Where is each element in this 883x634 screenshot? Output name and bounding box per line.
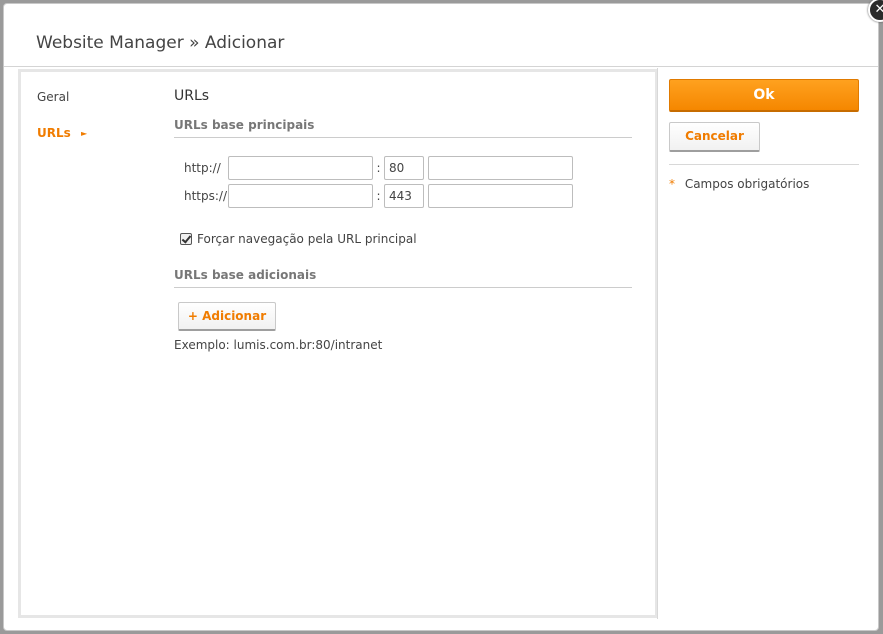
required-star-icon: * (669, 177, 675, 191)
nav-item-urls[interactable]: URLs ► (37, 126, 157, 140)
port-separator: : (376, 189, 381, 203)
left-nav: Geral URLs ► (37, 90, 157, 162)
force-navigation-checkbox[interactable] (180, 233, 192, 245)
force-navigation-row: Forçar navegação pela URL principal (180, 232, 634, 246)
nav-item-label: Geral (37, 90, 70, 104)
dialog-header: Website Manager » Adicionar (4, 4, 878, 67)
nav-item-geral[interactable]: Geral (37, 90, 157, 104)
main-panel: URLs URLs base principais http:// : http… (174, 88, 634, 352)
ok-button[interactable]: Ok (669, 79, 859, 112)
http-port-input[interactable] (384, 156, 424, 180)
https-port-input[interactable] (384, 184, 424, 208)
add-url-button[interactable]: + Adicionar (178, 302, 276, 331)
cancel-button[interactable]: Cancelar (669, 122, 760, 152)
section-title: URLs (174, 88, 210, 104)
primary-urls-heading: URLs base principais (174, 118, 632, 138)
nav-item-label: URLs (37, 126, 71, 140)
content-frame: Geral URLs ► URLs URLs base principais h… (18, 69, 658, 618)
https-url-row: https:// : (184, 184, 634, 208)
http-path-input[interactable] (428, 156, 573, 180)
required-fields-note: * Campos obrigatórios (669, 177, 859, 191)
https-host-input[interactable] (228, 184, 373, 208)
actions-panel: Ok Cancelar * Campos obrigatórios (669, 79, 859, 191)
https-path-input[interactable] (428, 184, 573, 208)
dialog-title: Website Manager » Adicionar (36, 33, 285, 53)
https-protocol-label: https:// (184, 189, 228, 203)
force-navigation-label: Forçar navegação pela URL principal (197, 232, 417, 246)
http-protocol-label: http:// (184, 161, 221, 175)
port-separator: : (376, 161, 381, 175)
divider (669, 164, 859, 165)
required-fields-label: Campos obrigatórios (684, 177, 810, 191)
arrow-right-icon: ► (80, 129, 88, 138)
http-url-row: http:// : (184, 156, 634, 180)
dialog: Website Manager » Adicionar Geral URLs ►… (3, 0, 883, 631)
vertical-divider (657, 68, 658, 619)
example-hint: Exemplo: lumis.com.br:80/intranet (174, 338, 383, 352)
http-host-input[interactable] (228, 156, 373, 180)
additional-urls-heading: URLs base adicionais (174, 268, 632, 288)
